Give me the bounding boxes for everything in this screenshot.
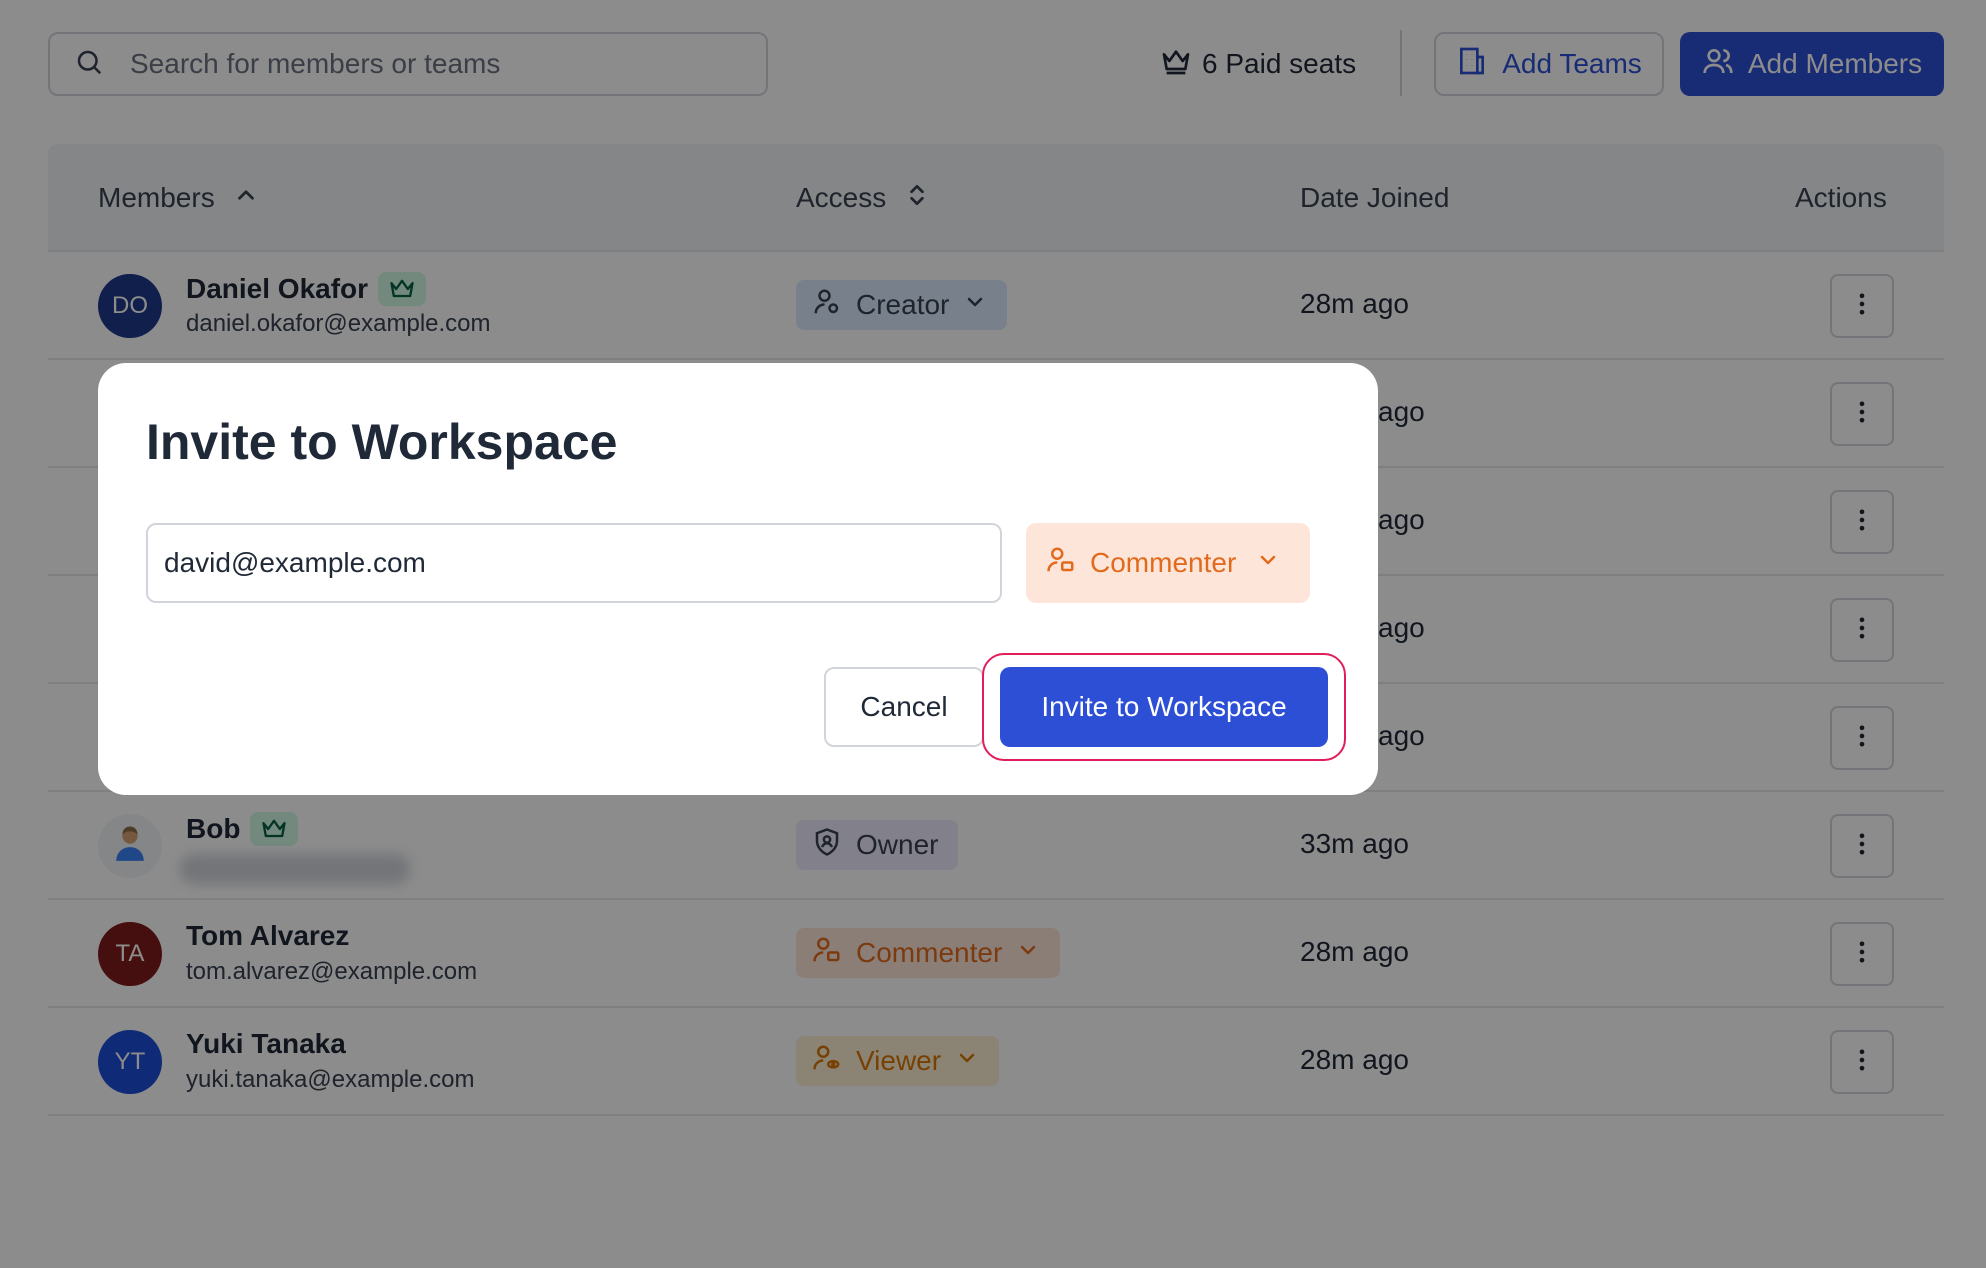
invite-modal: Invite to Workspace david@example.com Co…: [98, 363, 1378, 795]
role-label: Commenter: [1090, 547, 1237, 578]
chevron-down-icon: [1250, 547, 1280, 579]
members-page: Search for members or teams 6 Paid seats…: [0, 0, 1986, 1268]
modal-title: Invite to Workspace: [146, 414, 618, 470]
cancel-button[interactable]: Cancel: [824, 667, 984, 747]
user-comment-icon: [1046, 545, 1076, 582]
invite-button[interactable]: Invite to Workspace: [1000, 667, 1328, 747]
role-dropdown[interactable]: Commenter: [1026, 523, 1310, 603]
email-field[interactable]: david@example.com: [146, 523, 1002, 603]
